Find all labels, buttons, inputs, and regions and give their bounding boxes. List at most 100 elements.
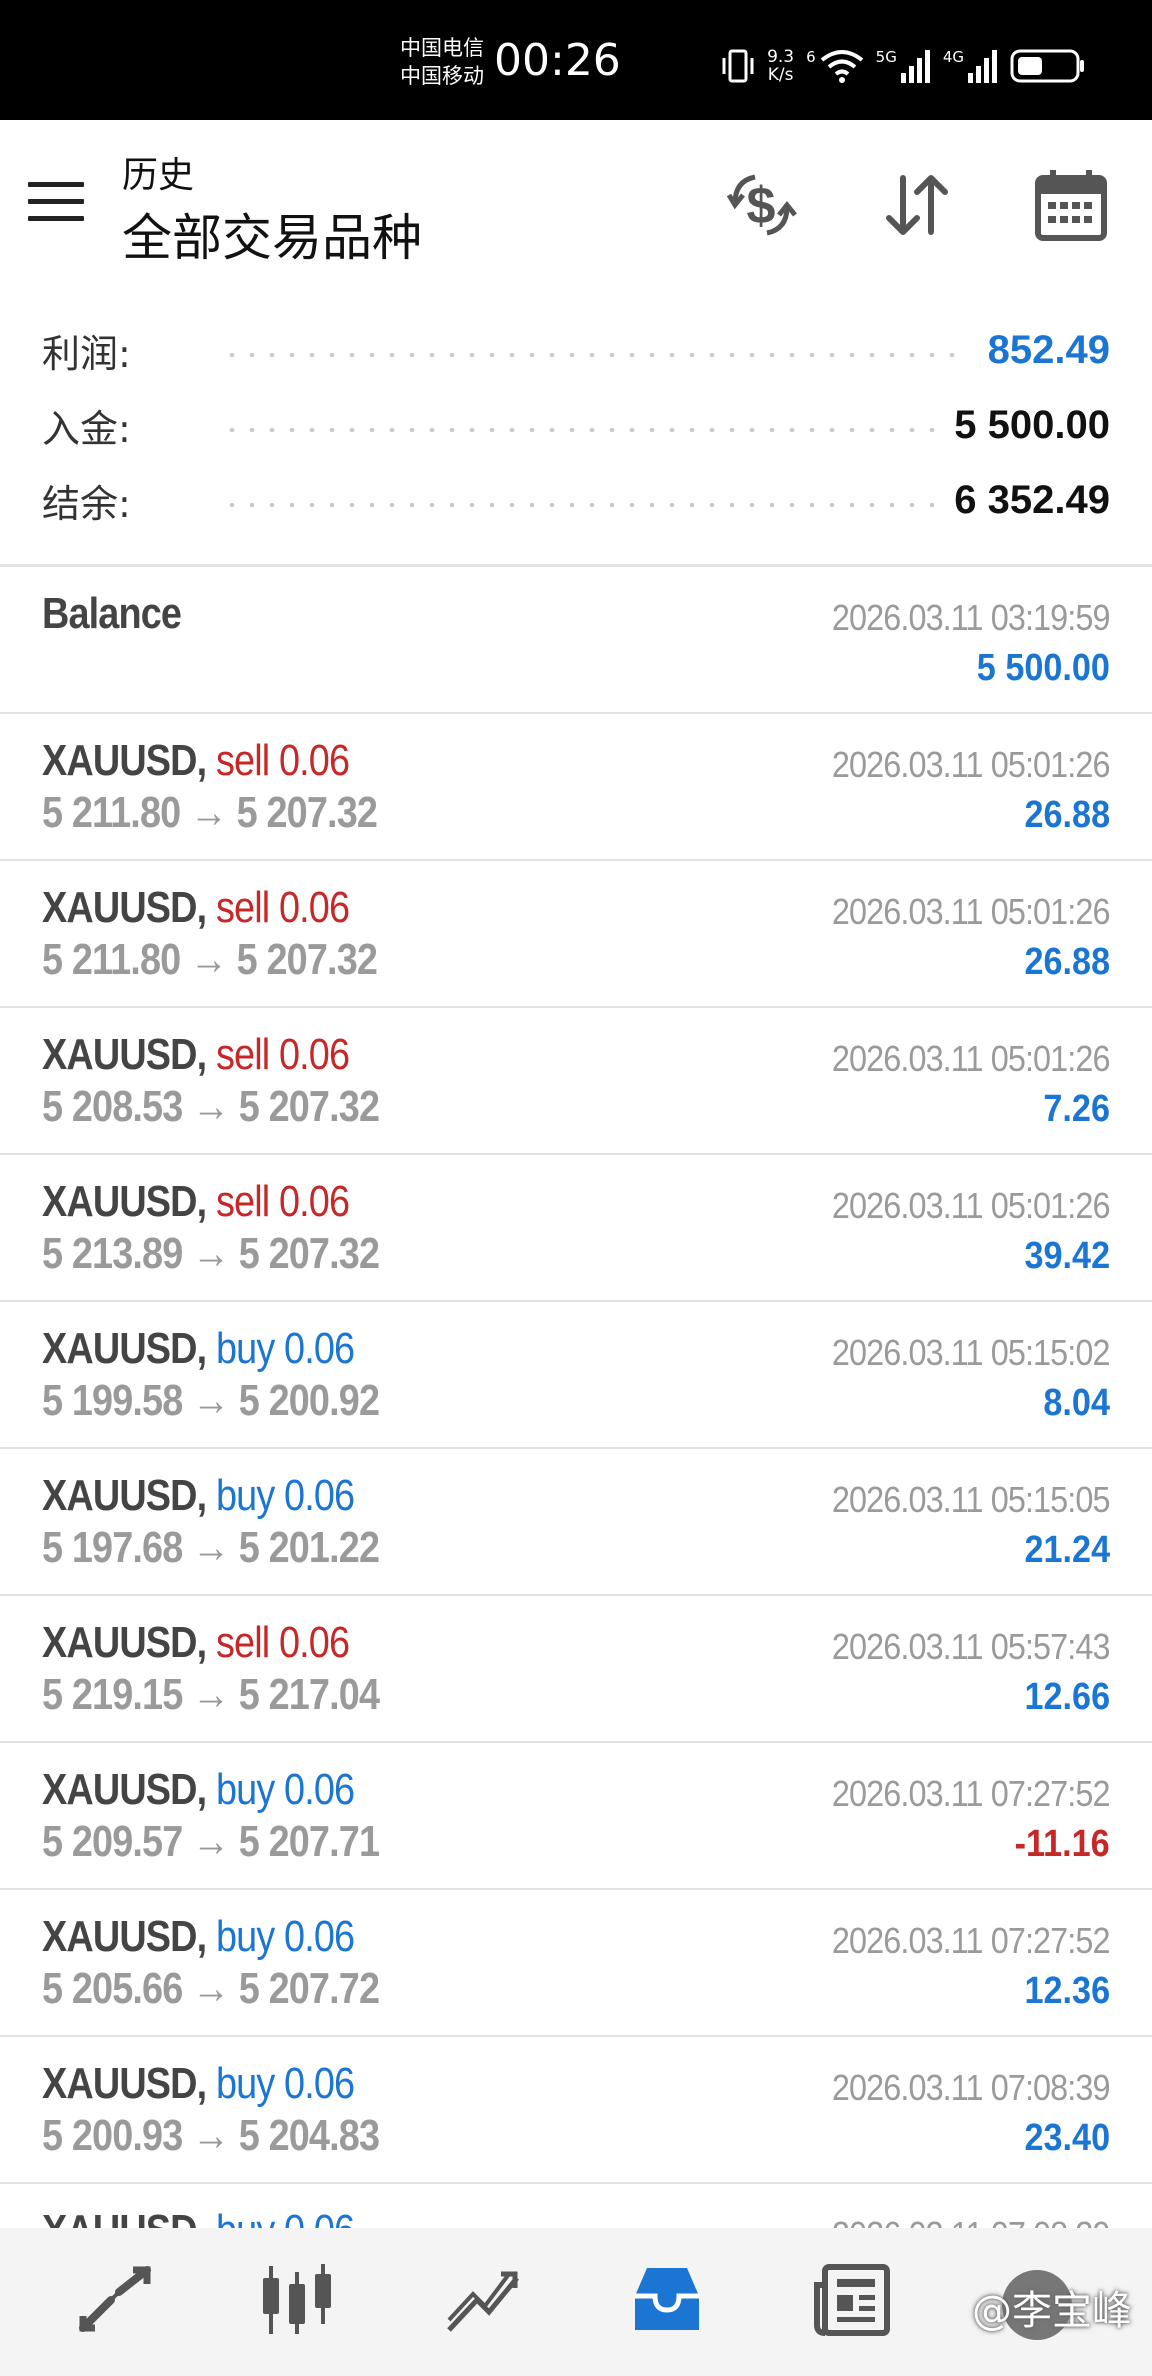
close-price: 5 204.83 (238, 2111, 380, 2160)
trade-symbol: XAUUSD, (42, 1912, 207, 1961)
dot-leader (222, 428, 937, 432)
open-price: 5 205.66 (42, 1964, 183, 2013)
profit-row: 利润: 852.49 (42, 320, 1110, 380)
trade-side: sell 0.06 (215, 736, 350, 785)
arrow-right-icon: → (192, 1523, 230, 1572)
trade-title: XAUUSD, buy 0.06 (42, 2059, 355, 2109)
trade-row[interactable]: XAUUSD, buy 0.06 5 199.58 → 5 200.92 2026.… (0, 1302, 1152, 1449)
sort-button[interactable] (872, 160, 962, 250)
open-price: 5 211.80 (42, 788, 181, 837)
balance-entry-label: Balance (42, 589, 182, 638)
quotes-icon (79, 2266, 151, 2332)
trade-side: sell 0.06 (215, 1618, 350, 1667)
signal-icon (900, 50, 930, 83)
open-price: 5 197.68 (42, 1523, 183, 1572)
app-header: 历史 全部交易品种 $ (0, 120, 1152, 290)
close-price: 5 207.32 (236, 788, 378, 837)
balance-entry-amount: 5 500.00 (976, 647, 1110, 689)
trade-profit: 7.26 (1043, 1088, 1110, 1130)
balance-label: 结余: (42, 481, 131, 526)
trade-prices: 5 209.57 → 5 207.71 (42, 1817, 380, 1867)
watermark: @李宝峰 (972, 2288, 1132, 2334)
currency-exchange-icon: $ (726, 174, 797, 236)
nav-trade[interactable] (428, 2250, 538, 2350)
trade-row[interactable]: XAUUSD, buy 0.06 5 205.66 → 5 207.72 2026.… (0, 1890, 1152, 2037)
trade-side: sell 0.06 (215, 883, 350, 932)
svg-text:$: $ (747, 177, 776, 235)
trade-title: XAUUSD, sell 0.06 (42, 736, 350, 786)
status-icons: 9.3 K/s 6 5G 4G (721, 44, 1086, 88)
battery-icon (1010, 49, 1084, 83)
close-price: 5 201.22 (238, 1523, 380, 1572)
close-price: 5 207.32 (236, 935, 378, 984)
trade-prices: 5 211.80 → 5 207.32 (42, 935, 378, 985)
summary-panel: 利润: 852.49 入金: 5 500.00 结余: 6 352.49 (0, 300, 1152, 564)
trade-symbol: XAUUSD, (42, 1765, 207, 1814)
history-icon (635, 2268, 699, 2330)
trade-time: 2026.03.11 05:15:05 (832, 1479, 1111, 1520)
trade-profit: -11.16 (1014, 1823, 1110, 1865)
trade-time: 2026.03.11 07:08:39 (832, 2067, 1111, 2108)
status-bar: 中国电信 中国移动 00:26 9.3 K/s 6 5G 4G (0, 0, 1152, 120)
nav-chart[interactable] (242, 2250, 352, 2350)
trade-row[interactable]: XAUUSD, sell 0.06 5 208.53 → 5 207.32 2026… (0, 1008, 1152, 1155)
trade-profit: 26.88 (1024, 794, 1110, 836)
trade-profit: 12.36 (1024, 1970, 1110, 2012)
trade-prices: 5 199.58 → 5 200.92 (42, 1376, 380, 1426)
trade-symbol: XAUUSD, (42, 2059, 207, 2108)
close-price: 5 217.04 (238, 1670, 380, 1719)
trade-profit: 8.04 (1043, 1382, 1110, 1424)
trade-prices: 5 208.53 → 5 207.32 (42, 1082, 380, 1132)
calendar-button[interactable] (1026, 160, 1116, 250)
open-price: 5 213.89 (42, 1229, 183, 1278)
arrow-right-icon: → (192, 1670, 230, 1719)
trade-profit: 39.42 (1024, 1235, 1110, 1277)
trade-row[interactable]: XAUUSD, buy 0.06 5 209.57 → 5 207.71 2026.… (0, 1743, 1152, 1890)
nav-history[interactable] (612, 2250, 722, 2350)
trade-row[interactable]: XAUUSD, sell 0.06 5 211.80 → 5 207.32 2026… (0, 714, 1152, 861)
trade-title: XAUUSD, sell 0.06 (42, 1177, 350, 1227)
currency-button[interactable]: $ (716, 160, 806, 250)
trade-title: XAUUSD, buy 0.06 (42, 1912, 355, 1962)
trade-row[interactable]: XAUUSD, sell 0.06 5 211.80 → 5 207.32 2026… (0, 861, 1152, 1008)
page-subtitle: 历史 (122, 155, 195, 196)
trade-row[interactable]: XAUUSD, buy 0.06 5 200.93 → 5 204.83 2026.… (0, 2037, 1152, 2184)
trade-profit: 23.40 (1024, 2117, 1110, 2159)
deposit-value: 5 500.00 (954, 402, 1110, 447)
trade-time: 2026.03.11 07:27:52 (832, 1920, 1111, 1961)
chart-icon (263, 2264, 331, 2334)
nav-news[interactable] (796, 2250, 906, 2350)
trade-row[interactable]: XAUUSD, sell 0.06 5 213.89 → 5 207.32 2026… (0, 1155, 1152, 1302)
trade-prices: 5 197.68 → 5 201.22 (42, 1523, 380, 1573)
trade-side: buy 0.06 (215, 1912, 355, 1961)
trade-row[interactable]: XAUUSD, sell 0.06 5 219.15 → 5 217.04 2026… (0, 1596, 1152, 1743)
trade-title: XAUUSD, sell 0.06 (42, 883, 350, 933)
balance-entry-time: 2026.03.11 03:19:59 (832, 597, 1111, 638)
balance-entry-row[interactable]: Balance 2026.03.11 03:19:59 5 500.00 (0, 567, 1152, 714)
trade-symbol: XAUUSD, (42, 1618, 207, 1667)
trade-title: XAUUSD, buy 0.06 (42, 1471, 355, 1521)
menu-icon (28, 182, 86, 221)
signal-icon (968, 50, 997, 83)
open-price: 5 199.58 (42, 1376, 183, 1425)
trade-title: XAUUSD, sell 0.06 (42, 1030, 350, 1080)
trade-side: sell 0.06 (215, 1030, 350, 1079)
trade-prices: 5 205.66 → 5 207.72 (42, 1964, 380, 2014)
menu-button[interactable] (28, 182, 86, 226)
trade-time: 2026.03.11 05:01:26 (832, 1038, 1111, 1079)
close-price: 5 207.72 (238, 1964, 380, 2013)
close-price: 5 207.71 (238, 1817, 380, 1866)
calendar-icon (1035, 170, 1107, 241)
open-price: 5 200.93 (42, 2111, 183, 2160)
deposit-label: 入金: (42, 406, 131, 451)
nav-quotes[interactable] (60, 2250, 170, 2350)
symbol-filter-title[interactable]: 全部交易品种 (122, 198, 422, 270)
arrow-right-icon: → (190, 935, 228, 984)
balance-row: 结余: 6 352.49 (42, 470, 1110, 530)
trade-row[interactable]: XAUUSD, buy 0.06 5 197.68 → 5 201.22 2026.… (0, 1449, 1152, 1596)
news-icon (814, 2264, 890, 2336)
net-speed: 9.3 K/s (767, 47, 795, 85)
trade-prices: 5 213.89 → 5 207.32 (42, 1229, 380, 1279)
dot-leader (222, 503, 937, 507)
open-price: 5 208.53 (42, 1082, 183, 1131)
